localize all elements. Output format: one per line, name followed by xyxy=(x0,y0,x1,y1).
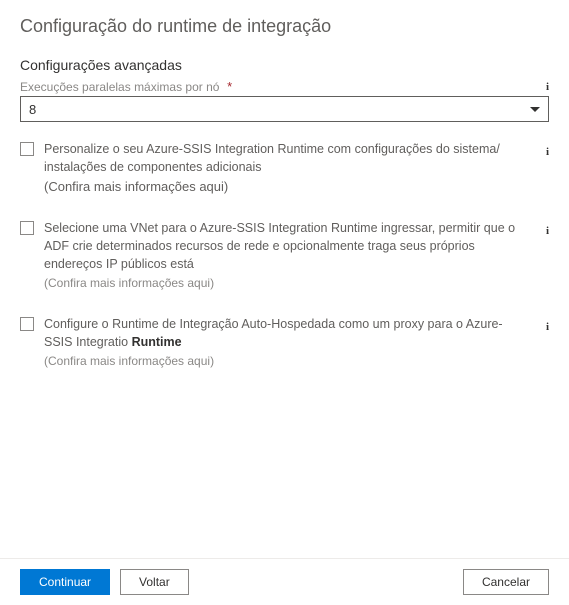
continue-button[interactable]: Continuar xyxy=(20,569,110,595)
max-parallel-executions-select[interactable]: 8 xyxy=(20,96,549,122)
option-self-hosted-proxy: Configure o Runtime de Integração Auto-H… xyxy=(20,315,549,371)
option-label: Configure o Runtime de Integração Auto-H… xyxy=(44,317,503,349)
option-label-bold: Runtime xyxy=(132,335,182,349)
option-vnet: Selecione uma VNet para o Azure-SSIS Int… xyxy=(20,219,549,293)
back-button[interactable]: Voltar xyxy=(120,569,189,595)
checkbox-vnet[interactable] xyxy=(20,221,34,235)
page-title: Configuração do runtime de integração xyxy=(20,16,549,37)
field-label: Execuções paralelas máximas por nó xyxy=(20,80,219,94)
chevron-down-icon xyxy=(530,107,540,112)
info-icon[interactable]: i xyxy=(546,225,549,237)
option-hint[interactable]: (Confira mais informações aqui) xyxy=(44,353,529,370)
info-icon[interactable]: i xyxy=(546,146,549,158)
option-hint[interactable]: (Confira mais informações aqui) xyxy=(44,178,529,197)
info-icon[interactable]: i xyxy=(546,81,549,93)
option-label: Selecione uma VNet para o Azure-SSIS Int… xyxy=(44,221,515,271)
required-marker: * xyxy=(227,79,232,94)
checkbox-customize-ssis[interactable] xyxy=(20,142,34,156)
option-hint[interactable]: (Confira mais informações aqui) xyxy=(44,275,529,292)
checkbox-self-hosted-proxy[interactable] xyxy=(20,317,34,331)
select-value: 8 xyxy=(29,102,530,117)
section-heading: Configurações avançadas xyxy=(20,57,549,73)
option-customize-ssis: Personalize o seu Azure-SSIS Integration… xyxy=(20,140,549,197)
cancel-button[interactable]: Cancelar xyxy=(463,569,549,595)
footer: Continuar Voltar Cancelar xyxy=(0,558,569,605)
info-icon[interactable]: i xyxy=(546,321,549,333)
option-label: Personalize o seu Azure-SSIS Integration… xyxy=(44,142,500,174)
